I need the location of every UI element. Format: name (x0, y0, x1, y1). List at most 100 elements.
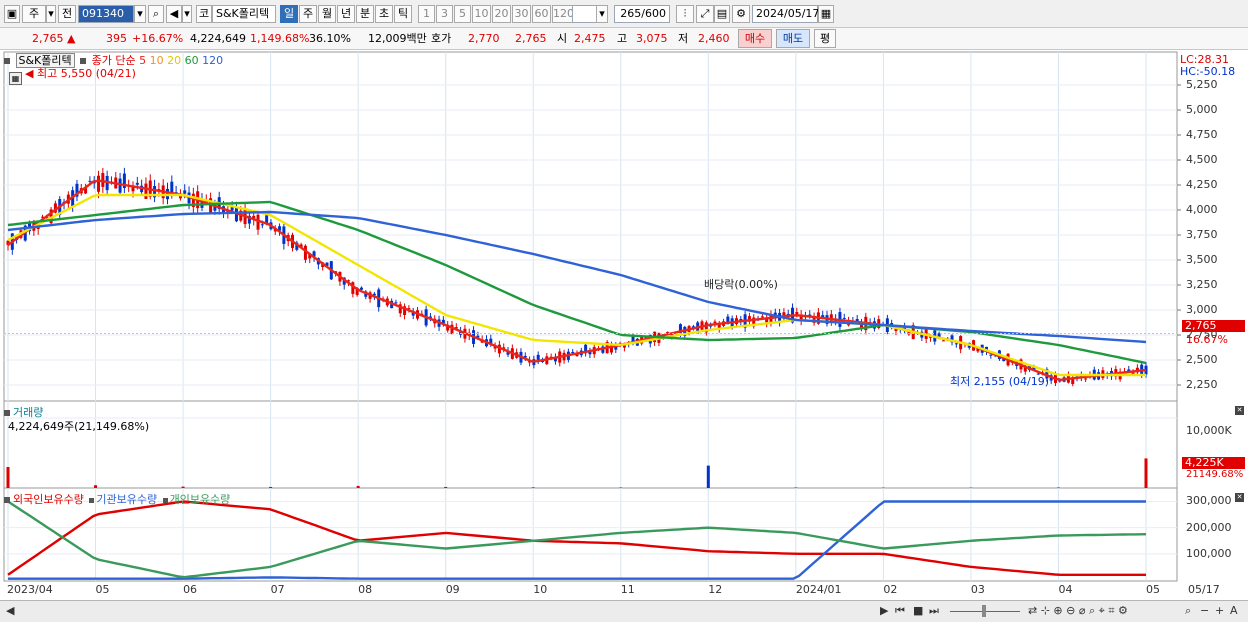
drawing-tools-icon[interactable]: ⇄ ⊹ ⊕ ⊖ ⌀ ⌕ ⌖ ⌗ ⚙ (1028, 604, 1128, 618)
search-zoom-icon[interactable]: ⌕ (1185, 604, 1191, 618)
candle-body (119, 179, 122, 193)
candle-body (666, 332, 669, 333)
candle-body (942, 340, 945, 341)
window-icon[interactable]: ▣ (4, 5, 20, 23)
ma-20-label: 20 (167, 54, 181, 67)
x-axis-label-5: 09 (446, 583, 460, 596)
candle-body (394, 302, 397, 303)
price-y-tick-8: 3,250 (1186, 278, 1218, 291)
institution-legend-icon (89, 498, 94, 503)
date-input[interactable]: 2024/05/17 (752, 5, 818, 23)
individual-legend-icon (163, 498, 168, 503)
toolbar: ▣ 주 ▾ 전 091340 ▾ ⌕ ◀ ▾ 코 S&K폴리텍 일주월년분초틱 … (0, 0, 1248, 28)
volume-collapse-icon[interactable] (4, 410, 10, 416)
price-y-tick-1: 5,000 (1186, 103, 1218, 116)
sell-button[interactable]: 매도 (776, 29, 810, 48)
trade-amount: 12,009백만 (368, 30, 427, 48)
x-axis-label-8: 12 (708, 583, 722, 596)
font-size-icon[interactable]: A (1230, 604, 1238, 618)
gear-icon[interactable]: ⚙ (732, 5, 750, 23)
buy-button[interactable]: 매수 (738, 29, 772, 48)
candle-body (88, 181, 91, 182)
save-icon[interactable]: ▤ (714, 5, 730, 23)
interval-button-3[interactable]: 3 (436, 5, 453, 23)
stop-icon[interactable]: ■ (913, 604, 923, 618)
open-price: 2,475 (574, 30, 606, 48)
volume-bar (1145, 458, 1148, 488)
current-price: 2,765 ▲ (32, 30, 75, 48)
holder-y-tick-0: 300,000 (1186, 494, 1232, 507)
high-label: 고 (617, 30, 627, 48)
interval-dropdown-icon[interactable]: ▾ (596, 5, 608, 23)
zoom-in-icon[interactable]: + (1215, 604, 1224, 618)
candle-type-icon[interactable]: ⫶ (676, 5, 694, 23)
price-y-tick-2: 4,750 (1186, 128, 1218, 141)
chart-area[interactable] (0, 50, 1248, 600)
scroll-left-icon[interactable]: ◀ (6, 604, 14, 618)
hc-label: HC:-50.18 (1180, 65, 1235, 78)
stock-code-input[interactable]: 091340 (78, 5, 134, 23)
high-price: 3,075 (636, 30, 668, 48)
market-type-select[interactable]: 주 (22, 5, 46, 23)
table-icon[interactable]: ▦ (9, 72, 22, 85)
interval-button-120[interactable]: 120 (552, 5, 574, 23)
period-button-4[interactable]: 분 (356, 5, 374, 23)
volume-bar (269, 487, 272, 488)
holder-collapse-icon[interactable] (4, 497, 10, 503)
view-type-button[interactable]: 전 (58, 5, 76, 23)
scroll-right-icon[interactable]: ▶ (880, 604, 888, 618)
volume-current-tag: 4,225K (1182, 457, 1245, 469)
volume-value-label: 4,224,649주(21,149.68%) (8, 418, 149, 434)
high-annotation: ◀ 최고 5,550 (04/21) (25, 65, 136, 81)
ma-10-label: 10 (150, 54, 164, 67)
calendar-icon[interactable]: ▦ (818, 5, 834, 23)
interval-button-5[interactable]: 5 (454, 5, 471, 23)
holder-panel-close-icon[interactable]: ✕ (1235, 493, 1244, 502)
x-axis-label-3: 07 (271, 583, 285, 596)
interval-button-30[interactable]: 30 (512, 5, 531, 23)
speaker-icon[interactable]: ◀ (166, 5, 182, 23)
speaker-dropdown-icon[interactable]: ▾ (182, 5, 192, 23)
period-button-3[interactable]: 년 (337, 5, 355, 23)
institution-holder-label: 기관보유수량 (96, 493, 157, 506)
fast-forward-icon[interactable]: ⏭ (929, 604, 939, 618)
interval-button-10[interactable]: 10 (472, 5, 491, 23)
period-button-6[interactable]: 틱 (394, 5, 412, 23)
period-button-0[interactable]: 일 (280, 5, 298, 23)
interval-button-20[interactable]: 20 (492, 5, 511, 23)
market-dropdown-icon[interactable]: ▾ (46, 5, 56, 23)
period-button-1[interactable]: 주 (299, 5, 317, 23)
zoom-slider[interactable] (950, 604, 1020, 618)
volume-bar (1057, 487, 1060, 488)
code-dropdown-icon[interactable]: ▾ (134, 5, 146, 23)
stock-name-field[interactable]: S&K폴리텍 (212, 5, 276, 23)
volume-bar (619, 487, 622, 488)
volume-bar (357, 486, 360, 488)
candle-body (955, 343, 958, 344)
period-button-5[interactable]: 초 (375, 5, 393, 23)
candle-body (360, 288, 363, 290)
zoom-out-icon[interactable]: − (1200, 604, 1209, 618)
holder-y-tick-2: 100,000 (1186, 547, 1232, 560)
x-axis-label-12: 04 (1058, 583, 1072, 596)
panel-collapse-icon[interactable] (4, 58, 10, 64)
average-button[interactable]: 평 (814, 29, 836, 48)
search-icon[interactable]: ⌕ (148, 5, 164, 23)
interval-button-60[interactable]: 60 (532, 5, 551, 23)
interval-button-1[interactable]: 1 (418, 5, 435, 23)
volume-bar (94, 485, 97, 488)
rewind-icon[interactable]: ⏮ (895, 604, 905, 618)
candle-body (1084, 378, 1087, 379)
market-prefix[interactable]: 코 (196, 5, 212, 23)
low-label: 저 (678, 30, 688, 48)
volume-panel-close-icon[interactable]: ✕ (1235, 406, 1244, 415)
period-button-2[interactable]: 월 (318, 5, 336, 23)
zoom-slider-handle[interactable] (982, 605, 986, 617)
candle-body (713, 322, 716, 323)
price-y-tick-12: 2,250 (1186, 378, 1218, 391)
candle-body (183, 190, 186, 193)
price-y-tick-6: 3,750 (1186, 228, 1218, 241)
trend-tool-icon[interactable]: ⤢ (696, 5, 714, 23)
candle-body (132, 187, 135, 191)
data-count-field[interactable]: 265/600 (614, 5, 670, 23)
